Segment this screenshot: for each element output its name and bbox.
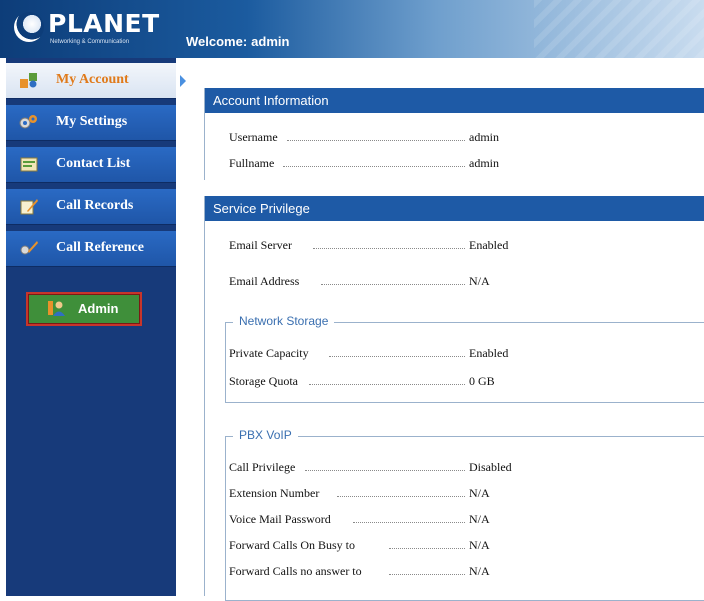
dotted-leader — [389, 564, 465, 575]
admin-user-icon — [48, 301, 65, 316]
main-content: Account Information Username admin Fulln… — [190, 58, 704, 601]
reference-icon — [20, 241, 38, 255]
admin-button-label: Admin — [78, 301, 119, 316]
settings-icon — [19, 115, 37, 129]
dotted-leader — [353, 512, 465, 523]
field-label: Storage Quota — [229, 374, 298, 388]
sidebar-item-call-records[interactable]: Call Records — [6, 189, 176, 225]
welcome-label: Welcome: — [186, 34, 248, 49]
field-value: N/A — [469, 274, 490, 288]
account-information-panel: Account Information Username admin Fulln… — [204, 88, 704, 180]
dotted-leader — [309, 374, 465, 385]
field-label: Fullname — [229, 156, 275, 170]
dotted-leader — [305, 460, 465, 471]
panel-title: Account Information — [205, 88, 704, 113]
logo-subtitle: Networking & Communication — [50, 39, 130, 45]
panel-title: Service Privilege — [205, 196, 704, 221]
field-label: Email Address — [229, 274, 300, 288]
field-label: Private Capacity — [229, 346, 309, 360]
contacts-icon — [20, 157, 38, 172]
pbx-voip-legend: PBX VoIP — [233, 428, 298, 442]
active-arrow-icon — [180, 75, 186, 87]
field-label: Call Privilege — [229, 460, 296, 474]
sidebar-item-label: Call Records — [56, 198, 134, 213]
welcome-message: Welcome: admin — [186, 34, 289, 49]
field-label: Extension Number — [229, 486, 320, 500]
planet-logo: PLANET Networking & Communication — [14, 9, 164, 49]
sidebar-nav: My Account My Settings Contact List Call… — [6, 58, 186, 596]
dotted-leader — [389, 538, 465, 549]
header-watermark — [534, 0, 704, 58]
sidebar-item-my-settings[interactable]: My Settings — [6, 105, 176, 141]
field-value: admin — [469, 156, 499, 170]
records-icon — [20, 199, 38, 215]
sidebar-item-contact-list[interactable]: Contact List — [6, 147, 176, 183]
dotted-leader — [329, 346, 465, 357]
field-label: Email Server — [229, 238, 292, 252]
admin-button[interactable]: Admin — [26, 292, 142, 326]
logo-globe-icon — [14, 12, 44, 42]
field-value: Enabled — [469, 238, 509, 252]
field-label: Forward Calls no answer to — [229, 564, 362, 578]
field-value: admin — [469, 130, 499, 144]
field-value: 0 GB — [469, 374, 495, 388]
field-value: Disabled — [469, 460, 512, 474]
logo-text: PLANET — [48, 9, 160, 38]
field-value: N/A — [469, 538, 490, 552]
dotted-leader — [321, 274, 465, 285]
sidebar-item-my-account[interactable]: My Account — [6, 63, 186, 99]
dotted-leader — [283, 156, 465, 167]
sidebar-item-call-reference[interactable]: Call Reference — [6, 231, 176, 267]
field-value: N/A — [469, 564, 490, 578]
field-value: N/A — [469, 512, 490, 526]
field-value: N/A — [469, 486, 490, 500]
field-label: Forward Calls On Busy to — [229, 538, 355, 552]
sidebar-item-label: Contact List — [56, 156, 131, 171]
account-icon — [20, 73, 37, 88]
dotted-leader — [287, 130, 465, 141]
dotted-leader — [337, 486, 465, 497]
sidebar-item-label: Call Reference — [56, 240, 144, 255]
sidebar-item-label: My Account — [56, 72, 129, 87]
field-label: Voice Mail Password — [229, 512, 331, 526]
welcome-username: admin — [251, 34, 290, 49]
dotted-leader — [313, 238, 465, 249]
field-value: Enabled — [469, 346, 509, 360]
network-storage-fieldset — [225, 322, 704, 403]
header-bar: PLANET Networking & Communication Welcom… — [0, 0, 704, 58]
network-storage-legend: Network Storage — [233, 314, 335, 328]
field-label: Username — [229, 130, 278, 144]
service-privilege-panel: Service Privilege Email Server Enabled E… — [204, 196, 704, 601]
sidebar-item-label: My Settings — [56, 114, 128, 129]
